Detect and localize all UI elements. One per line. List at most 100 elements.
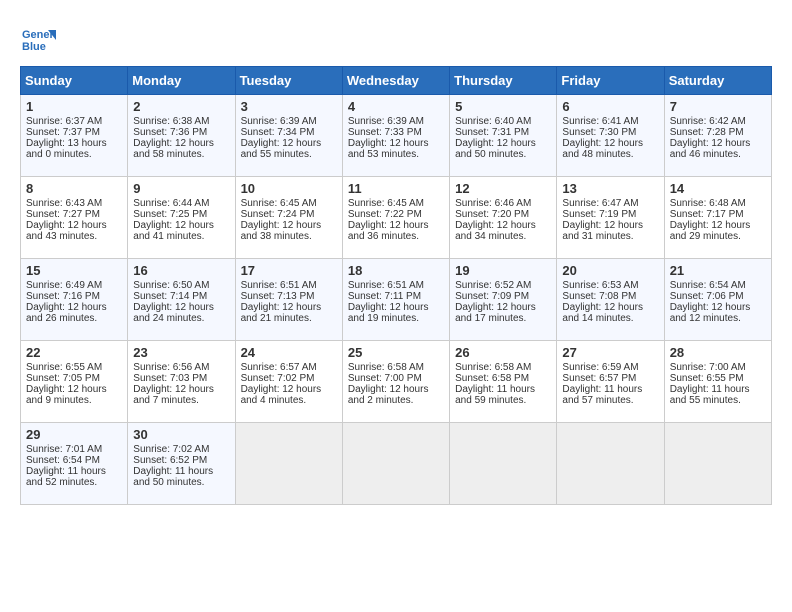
daylight-label: Daylight: 12 hours and 12 minutes. [670, 302, 751, 324]
daylight-label: Daylight: 12 hours and 34 minutes. [455, 220, 536, 242]
calendar-cell [235, 423, 342, 505]
day-number: 19 [455, 263, 551, 278]
day-number: 20 [562, 263, 658, 278]
calendar-week-4: 22Sunrise: 6:55 AMSunset: 7:05 PMDayligh… [21, 341, 772, 423]
sunset: Sunset: 7:02 PM [241, 373, 315, 384]
calendar-cell: 10Sunrise: 6:45 AMSunset: 7:24 PMDayligh… [235, 177, 342, 259]
sunrise: Sunrise: 6:51 AM [348, 280, 424, 291]
daylight-label: Daylight: 12 hours and 55 minutes. [241, 138, 322, 160]
calendar-cell: 21Sunrise: 6:54 AMSunset: 7:06 PMDayligh… [664, 259, 771, 341]
daylight-label: Daylight: 12 hours and 24 minutes. [133, 302, 214, 324]
day-number: 7 [670, 99, 766, 114]
sunset: Sunset: 6:57 PM [562, 373, 636, 384]
calendar-cell: 19Sunrise: 6:52 AMSunset: 7:09 PMDayligh… [450, 259, 557, 341]
sunrise: Sunrise: 7:02 AM [133, 444, 209, 455]
sunrise: Sunrise: 6:39 AM [348, 116, 424, 127]
day-number: 29 [26, 427, 122, 442]
sunrise: Sunrise: 6:48 AM [670, 198, 746, 209]
sunset: Sunset: 6:54 PM [26, 455, 100, 466]
calendar-cell: 17Sunrise: 6:51 AMSunset: 7:13 PMDayligh… [235, 259, 342, 341]
daylight-label: Daylight: 11 hours and 59 minutes. [455, 384, 535, 406]
calendar-cell [450, 423, 557, 505]
sunrise: Sunrise: 6:42 AM [670, 116, 746, 127]
daylight-label: Daylight: 13 hours and 0 minutes. [26, 138, 107, 160]
calendar-cell: 14Sunrise: 6:48 AMSunset: 7:17 PMDayligh… [664, 177, 771, 259]
sunrise: Sunrise: 6:56 AM [133, 362, 209, 373]
calendar-cell: 28Sunrise: 7:00 AMSunset: 6:55 PMDayligh… [664, 341, 771, 423]
day-number: 16 [133, 263, 229, 278]
daylight-label: Daylight: 11 hours and 55 minutes. [670, 384, 750, 406]
sunrise: Sunrise: 6:45 AM [241, 198, 317, 209]
day-number: 9 [133, 181, 229, 196]
calendar-cell: 18Sunrise: 6:51 AMSunset: 7:11 PMDayligh… [342, 259, 449, 341]
calendar-cell: 22Sunrise: 6:55 AMSunset: 7:05 PMDayligh… [21, 341, 128, 423]
calendar-table: SundayMondayTuesdayWednesdayThursdayFrid… [20, 66, 772, 505]
sunset: Sunset: 7:33 PM [348, 127, 422, 138]
sunset: Sunset: 7:31 PM [455, 127, 529, 138]
calendar-cell: 20Sunrise: 6:53 AMSunset: 7:08 PMDayligh… [557, 259, 664, 341]
calendar-cell: 23Sunrise: 6:56 AMSunset: 7:03 PMDayligh… [128, 341, 235, 423]
day-number: 26 [455, 345, 551, 360]
sunrise: Sunrise: 6:47 AM [562, 198, 638, 209]
sunset: Sunset: 7:28 PM [670, 127, 744, 138]
day-number: 23 [133, 345, 229, 360]
calendar-cell [557, 423, 664, 505]
calendar-cell: 8Sunrise: 6:43 AMSunset: 7:27 PMDaylight… [21, 177, 128, 259]
logo-icon: General Blue [20, 20, 56, 56]
calendar-cell: 13Sunrise: 6:47 AMSunset: 7:19 PMDayligh… [557, 177, 664, 259]
calendar-cell: 6Sunrise: 6:41 AMSunset: 7:30 PMDaylight… [557, 95, 664, 177]
calendar-cell: 25Sunrise: 6:58 AMSunset: 7:00 PMDayligh… [342, 341, 449, 423]
day-number: 11 [348, 181, 444, 196]
col-header-monday: Monday [128, 67, 235, 95]
sunset: Sunset: 7:34 PM [241, 127, 315, 138]
daylight-label: Daylight: 12 hours and 4 minutes. [241, 384, 322, 406]
daylight-label: Daylight: 12 hours and 53 minutes. [348, 138, 429, 160]
daylight-label: Daylight: 12 hours and 7 minutes. [133, 384, 214, 406]
sunset: Sunset: 7:22 PM [348, 209, 422, 220]
sunrise: Sunrise: 6:39 AM [241, 116, 317, 127]
calendar-cell: 4Sunrise: 6:39 AMSunset: 7:33 PMDaylight… [342, 95, 449, 177]
daylight-label: Daylight: 12 hours and 9 minutes. [26, 384, 107, 406]
sunrise: Sunrise: 7:01 AM [26, 444, 102, 455]
calendar-cell: 27Sunrise: 6:59 AMSunset: 6:57 PMDayligh… [557, 341, 664, 423]
day-number: 25 [348, 345, 444, 360]
svg-text:Blue: Blue [22, 41, 46, 53]
calendar-cell: 5Sunrise: 6:40 AMSunset: 7:31 PMDaylight… [450, 95, 557, 177]
day-number: 2 [133, 99, 229, 114]
daylight-label: Daylight: 12 hours and 43 minutes. [26, 220, 107, 242]
daylight-label: Daylight: 12 hours and 41 minutes. [133, 220, 214, 242]
calendar-week-5: 29Sunrise: 7:01 AMSunset: 6:54 PMDayligh… [21, 423, 772, 505]
sunrise: Sunrise: 6:51 AM [241, 280, 317, 291]
sunset: Sunset: 7:25 PM [133, 209, 207, 220]
calendar-cell: 1Sunrise: 6:37 AMSunset: 7:37 PMDaylight… [21, 95, 128, 177]
calendar-cell: 26Sunrise: 6:58 AMSunset: 6:58 PMDayligh… [450, 341, 557, 423]
day-number: 1 [26, 99, 122, 114]
day-number: 6 [562, 99, 658, 114]
sunrise: Sunrise: 6:58 AM [455, 362, 531, 373]
daylight-label: Daylight: 12 hours and 19 minutes. [348, 302, 429, 324]
sunset: Sunset: 7:00 PM [348, 373, 422, 384]
sunrise: Sunrise: 6:38 AM [133, 116, 209, 127]
calendar-cell: 15Sunrise: 6:49 AMSunset: 7:16 PMDayligh… [21, 259, 128, 341]
daylight-label: Daylight: 12 hours and 31 minutes. [562, 220, 643, 242]
daylight-label: Daylight: 12 hours and 17 minutes. [455, 302, 536, 324]
day-number: 3 [241, 99, 337, 114]
daylight-label: Daylight: 11 hours and 50 minutes. [133, 466, 213, 488]
day-number: 8 [26, 181, 122, 196]
daylight-label: Daylight: 12 hours and 46 minutes. [670, 138, 751, 160]
sunset: Sunset: 7:13 PM [241, 291, 315, 302]
sunset: Sunset: 7:08 PM [562, 291, 636, 302]
sunrise: Sunrise: 6:49 AM [26, 280, 102, 291]
col-header-friday: Friday [557, 67, 664, 95]
daylight-label: Daylight: 11 hours and 52 minutes. [26, 466, 106, 488]
daylight-label: Daylight: 12 hours and 29 minutes. [670, 220, 751, 242]
day-number: 30 [133, 427, 229, 442]
sunrise: Sunrise: 6:59 AM [562, 362, 638, 373]
sunset: Sunset: 6:52 PM [133, 455, 207, 466]
sunset: Sunset: 7:05 PM [26, 373, 100, 384]
day-number: 27 [562, 345, 658, 360]
calendar-week-2: 8Sunrise: 6:43 AMSunset: 7:27 PMDaylight… [21, 177, 772, 259]
calendar-header-row: SundayMondayTuesdayWednesdayThursdayFrid… [21, 67, 772, 95]
day-number: 10 [241, 181, 337, 196]
sunset: Sunset: 7:16 PM [26, 291, 100, 302]
